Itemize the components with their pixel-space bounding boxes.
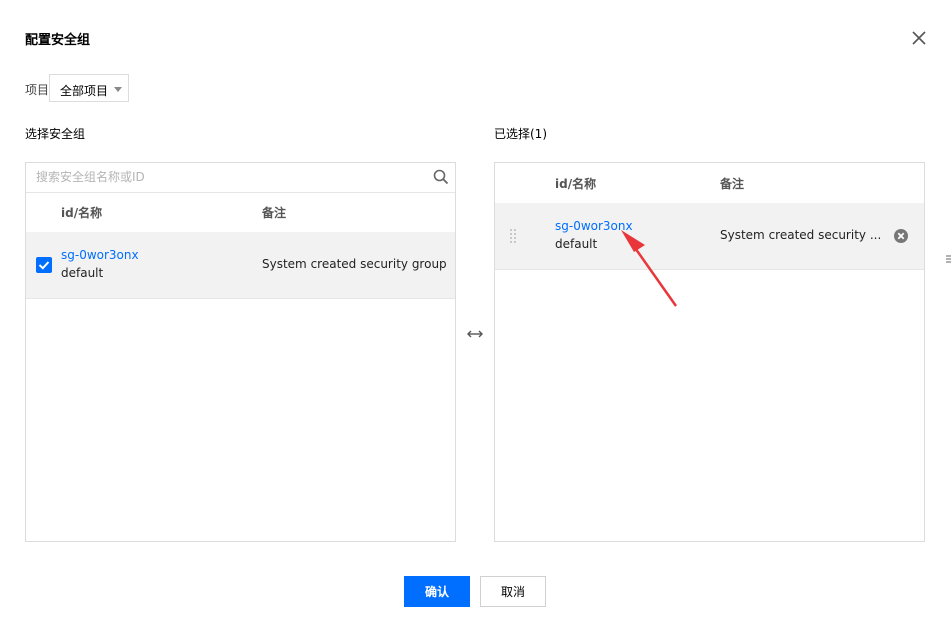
table-header: id/名称 备注 <box>495 163 924 204</box>
edge-mark <box>946 255 951 263</box>
check-icon <box>38 261 50 270</box>
table-row[interactable]: sg-0wor3onx default System created secur… <box>26 232 455 299</box>
security-group-note: System created security group <box>262 257 447 271</box>
available-security-groups-panel: id/名称 备注 sg-0wor3onx default System crea… <box>25 162 456 542</box>
search-input[interactable] <box>26 163 426 191</box>
chevron-down-icon <box>114 87 122 92</box>
row-checkbox[interactable] <box>36 257 52 273</box>
dialog-title: 配置安全组 <box>25 33 91 48</box>
project-select[interactable]: 全部项目 <box>49 74 129 102</box>
search-bar <box>26 163 455 193</box>
security-group-name: default <box>61 266 104 280</box>
select-security-group-heading: 选择安全组 <box>25 127 86 141</box>
swap-icon <box>467 330 483 338</box>
selected-heading: 已选择(1) <box>494 127 547 141</box>
close-icon[interactable] <box>909 28 929 48</box>
table-header: id/名称 备注 <box>26 192 455 233</box>
table-row: sg-0wor3onx default System created secur… <box>495 203 924 270</box>
column-header-note: 备注 <box>262 206 287 220</box>
security-group-name: default <box>555 237 598 251</box>
search-icon[interactable] <box>433 169 449 185</box>
cancel-button[interactable]: 取消 <box>480 576 546 607</box>
column-header-note: 备注 <box>720 177 745 191</box>
security-group-id-link[interactable]: sg-0wor3onx <box>555 219 633 233</box>
column-header-id-name: id/名称 <box>555 177 597 191</box>
security-group-id-link[interactable]: sg-0wor3onx <box>61 248 139 262</box>
project-select-value: 全部项目 <box>60 84 109 98</box>
remove-icon[interactable] <box>893 228 909 244</box>
project-label: 项目 <box>25 83 50 97</box>
drag-handle-icon[interactable] <box>509 228 517 244</box>
selected-security-groups-panel: id/名称 备注 sg-0wor3onx default System crea… <box>494 162 925 542</box>
column-header-id-name: id/名称 <box>61 206 103 220</box>
confirm-button[interactable]: 确认 <box>404 576 470 607</box>
security-group-note: System created security ... <box>720 228 882 242</box>
